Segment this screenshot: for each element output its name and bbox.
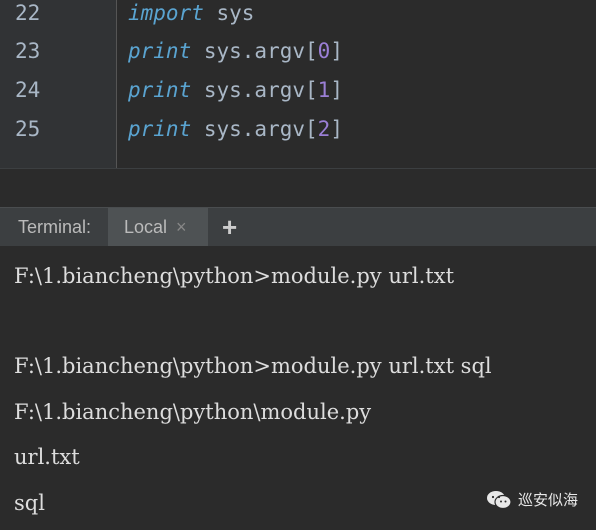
- keyword: print: [128, 39, 192, 63]
- code-editor[interactable]: 22 import sys 23 print sys.argv[0] 24 pr…: [0, 0, 596, 168]
- bracket: ]: [330, 39, 343, 63]
- editor-scroll-area: [0, 168, 596, 207]
- terminal-title: Terminal:: [18, 217, 92, 237]
- code-text: sys.argv: [191, 78, 306, 102]
- tab-local-label: Local: [124, 217, 168, 237]
- keyword: print: [128, 117, 192, 141]
- terminal-line: sql: [14, 491, 45, 515]
- code-line[interactable]: 25 print sys.argv[2]: [0, 117, 596, 155]
- terminal-line: F:\1.biancheng\python\module.py: [14, 400, 372, 424]
- number-literal: 2: [317, 117, 331, 141]
- number-literal: 1: [317, 78, 331, 102]
- bracket: [: [305, 78, 318, 102]
- line-number: 22: [15, 1, 41, 25]
- code-line[interactable]: 24 print sys.argv[1]: [0, 78, 596, 116]
- terminal-tab-bar: Terminal: Local × +: [0, 207, 596, 246]
- code-line[interactable]: 23 print sys.argv[0]: [0, 39, 596, 77]
- code-text: sys.argv: [191, 117, 306, 141]
- wechat-icon: [486, 490, 512, 509]
- add-session-button[interactable]: +: [222, 212, 237, 243]
- code-text: sys: [203, 1, 255, 25]
- code-text: sys.argv: [191, 39, 306, 63]
- bracket: [: [305, 39, 318, 63]
- terminal-line: url.txt: [14, 445, 80, 469]
- bracket: ]: [330, 117, 343, 141]
- watermark: 巡安似海: [486, 489, 578, 510]
- code-line[interactable]: 22 import sys: [0, 1, 596, 39]
- terminal-output[interactable]: F:\1.biancheng\python>module.py url.txt …: [0, 246, 596, 530]
- number-literal: 0: [317, 39, 331, 63]
- terminal-line: F:\1.biancheng\python>module.py url.txt: [14, 264, 455, 288]
- watermark-text: 巡安似海: [517, 491, 578, 509]
- keyword: import: [128, 1, 204, 25]
- close-icon[interactable]: ×: [176, 217, 187, 238]
- bracket: ]: [330, 78, 343, 102]
- terminal-line: F:\1.biancheng\python>module.py url.txt …: [14, 354, 492, 378]
- line-number: 24: [15, 78, 41, 102]
- line-number: 23: [15, 39, 41, 63]
- tab-local[interactable]: Local ×: [108, 208, 208, 246]
- keyword: print: [128, 78, 192, 102]
- line-number: 25: [15, 117, 41, 141]
- bracket: [: [305, 117, 318, 141]
